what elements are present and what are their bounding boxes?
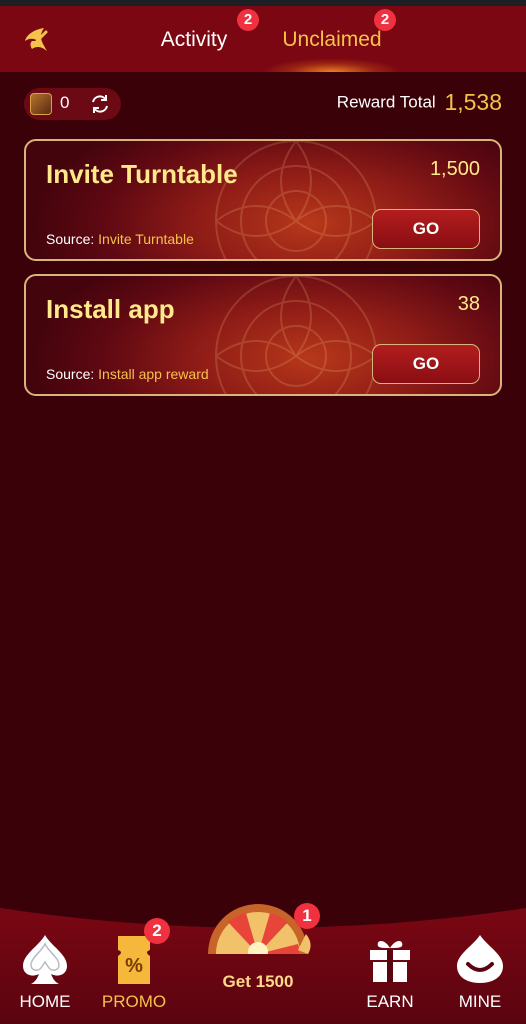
coin-icon: [30, 93, 52, 115]
reward-total: Reward Total 1,538: [337, 89, 502, 119]
reward-title: Install app: [46, 294, 175, 324]
refresh-icon[interactable]: [88, 92, 112, 116]
gift-icon: [370, 941, 410, 982]
nav-earn[interactable]: EARN: [350, 908, 430, 1024]
reward-card: Invite Turntable 1,500 Source: Invite Tu…: [24, 139, 502, 261]
coupon-icon: %: [118, 936, 150, 984]
balance-value: 0: [60, 93, 70, 112]
reward-source: Source: Install app reward: [46, 366, 209, 382]
nav-home-label: HOME: [19, 992, 71, 1011]
reward-card: Install app 38 Source: Install app rewar…: [24, 274, 502, 396]
go-button[interactable]: GO: [372, 209, 480, 249]
bottom-nav: HOME % PROMO Get 1500 EARN MINE: [0, 904, 526, 1024]
svg-text:%: %: [125, 955, 143, 977]
nav-mine-label: MINE: [458, 992, 502, 1011]
mine-icon: [457, 935, 503, 983]
reward-title: Invite Turntable: [46, 159, 238, 189]
reward-amount: 1,500: [429, 158, 480, 180]
tab-activity[interactable]: Activity: [144, 12, 244, 72]
promo-badge: 2: [144, 918, 170, 944]
source-value: Invite Turntable: [98, 231, 194, 247]
activity-badge: 2: [237, 9, 259, 31]
back-icon[interactable]: [20, 24, 52, 56]
unclaimed-badge: 2: [374, 9, 396, 31]
nav-promo-label: PROMO: [101, 992, 167, 1011]
source-label: Source:: [46, 366, 99, 382]
source-value: Install app reward: [98, 366, 209, 382]
go-button[interactable]: GO: [372, 344, 480, 384]
reward-source: Source: Invite Turntable: [46, 231, 194, 247]
header: Activity Unclaimed: [0, 6, 526, 72]
reward-amount: 38: [457, 293, 480, 315]
spade-icon: [23, 935, 67, 984]
center-badge: 1: [294, 903, 320, 929]
nav-mine[interactable]: MINE: [440, 908, 520, 1024]
balance-pill: 0: [24, 88, 121, 120]
nav-home[interactable]: HOME: [5, 908, 85, 1024]
nav-center-label: Get 1500: [222, 972, 294, 991]
reward-total-label: Reward Total: [336, 92, 436, 112]
reward-total-value: 1,538: [444, 89, 502, 115]
nav-earn-label: EARN: [366, 992, 414, 1011]
source-label: Source:: [46, 231, 99, 247]
